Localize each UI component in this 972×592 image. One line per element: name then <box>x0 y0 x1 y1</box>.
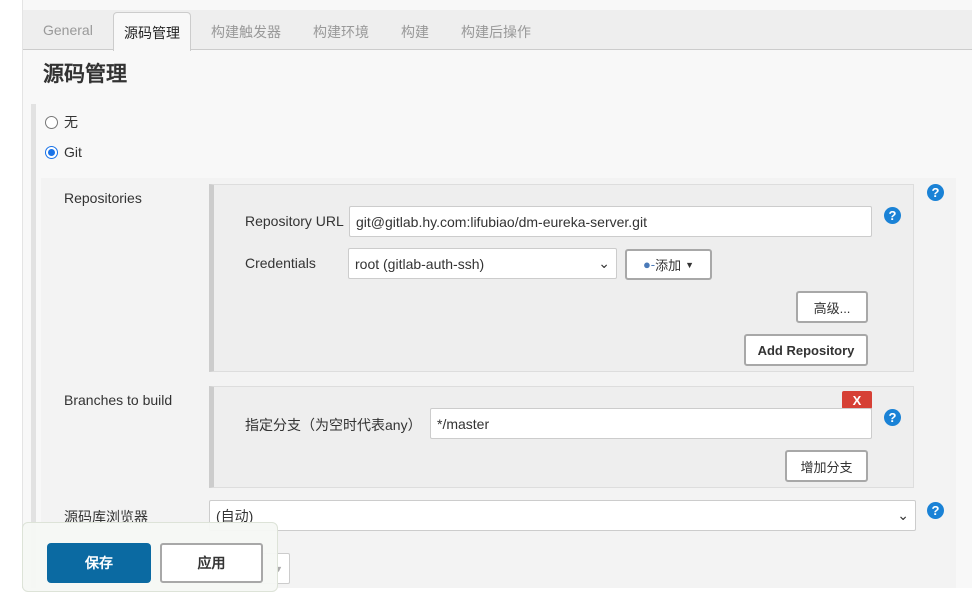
help-icon[interactable]: ? <box>927 184 944 201</box>
add-label: 添加 <box>655 258 682 273</box>
help-icon[interactable]: ? <box>927 502 944 519</box>
add-credentials-button[interactable]: ●- 添加 ▼ <box>625 249 712 280</box>
repositories-label: Repositories <box>64 190 142 206</box>
chevron-down-icon: ⌄ <box>598 255 610 271</box>
credentials-value: root (gitlab-auth-ssh) <box>355 255 485 272</box>
branch-box: X 指定分支（为空时代表any） */master ? 增加分支 <box>209 386 914 488</box>
add-repository-button[interactable]: Add Repository <box>744 334 868 366</box>
caret-down-icon: ▼ <box>685 259 695 270</box>
branches-label: Branches to build <box>64 392 173 408</box>
section-bar <box>31 104 36 588</box>
repository-box: Repository URL git@gitlab.hy.com:lifubia… <box>209 184 914 372</box>
tab-general[interactable]: General <box>43 22 93 38</box>
tab-triggers[interactable]: 构建触发器 <box>211 22 281 42</box>
tab-build[interactable]: 构建 <box>401 22 429 42</box>
save-button[interactable]: 保存 <box>47 543 151 583</box>
delete-branch-button[interactable]: X <box>842 391 872 409</box>
tab-environment[interactable]: 构建环境 <box>313 22 369 42</box>
branch-spec-input[interactable]: */master <box>430 408 872 439</box>
help-icon[interactable]: ? <box>884 409 901 426</box>
config-panel: General 源码管理 构建触发器 构建环境 构建 构建后操作 源码管理 无 … <box>22 0 972 588</box>
tab-scm[interactable]: 源码管理 <box>113 12 191 51</box>
repo-url-label: Repository URL <box>245 213 344 229</box>
radio-none[interactable]: 无 <box>45 112 78 132</box>
browser-select[interactable]: (自动) ⌄ <box>209 500 916 531</box>
tab-bar: General 源码管理 构建触发器 构建环境 构建 构建后操作 <box>23 10 972 51</box>
radio-label: Git <box>64 144 82 160</box>
page-title: 源码管理 <box>43 63 127 86</box>
radio-icon <box>45 115 58 129</box>
radio-git[interactable]: Git <box>45 144 82 160</box>
repo-url-input[interactable]: git@gitlab.hy.com:lifubiao/dm-eureka-ser… <box>349 206 872 237</box>
credentials-label: Credentials <box>245 255 316 271</box>
branch-spec-label: 指定分支（为空时代表any） <box>245 417 422 433</box>
add-branch-button[interactable]: 增加分支 <box>785 450 868 482</box>
advanced-button[interactable]: 高级... <box>796 291 868 323</box>
help-icon[interactable]: ? <box>884 207 901 224</box>
apply-button[interactable]: 应用 <box>160 543 263 583</box>
bottom-bar: 保存 应用 <box>22 522 278 592</box>
tab-post-build[interactable]: 构建后操作 <box>461 22 531 42</box>
chevron-down-icon: ⌄ <box>897 507 909 523</box>
radio-checked-icon <box>45 145 58 159</box>
radio-label: 无 <box>64 114 78 130</box>
credentials-select[interactable]: root (gitlab-auth-ssh) ⌄ <box>348 248 617 279</box>
key-icon: ●- <box>642 257 656 272</box>
